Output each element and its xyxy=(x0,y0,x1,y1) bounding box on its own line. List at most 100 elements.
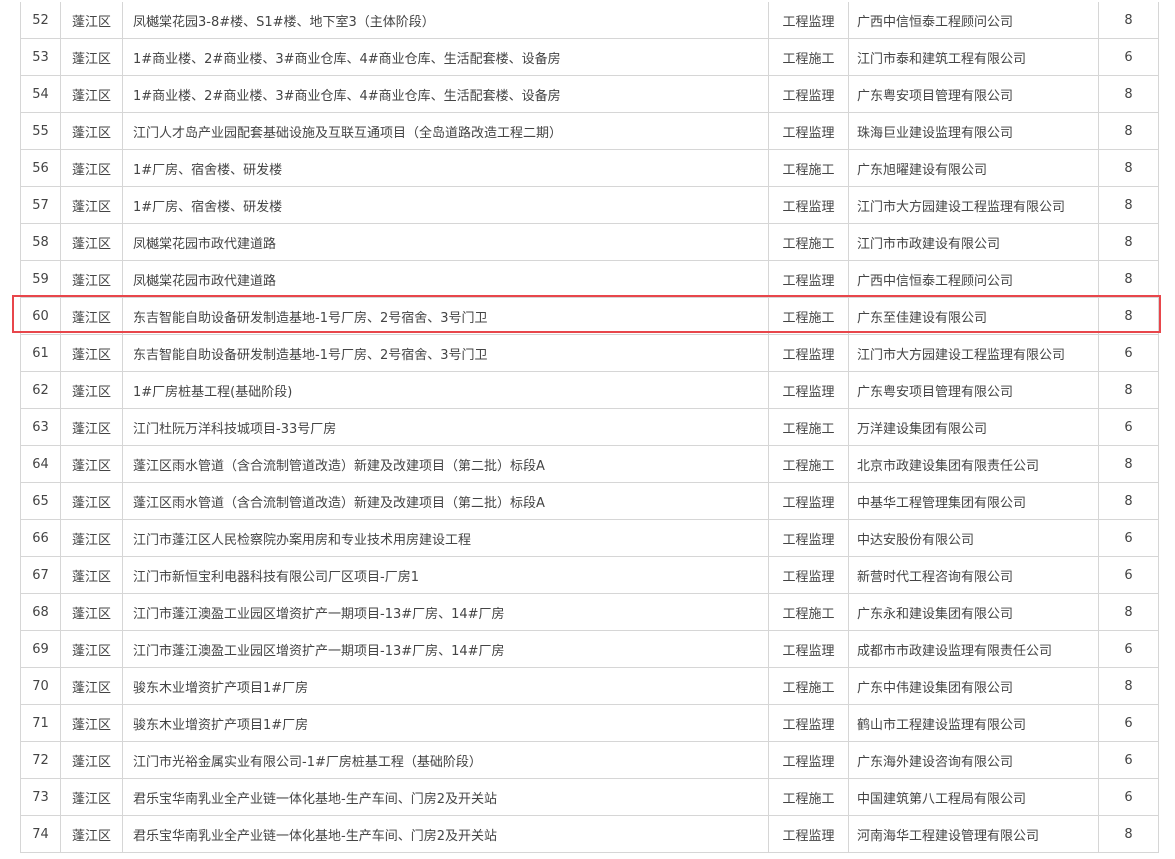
project-name-cell: 江门杜阮万洋科技城项目-33号厂房 xyxy=(122,408,769,446)
work-type-cell: 工程监理 xyxy=(768,186,849,224)
work-type-cell: 工程监理 xyxy=(768,815,849,853)
score-cell: 8 xyxy=(1098,223,1159,261)
company-name-cell: 鹤山市工程建设监理有限公司 xyxy=(848,704,1099,742)
work-type-cell: 工程监理 xyxy=(768,556,849,594)
district-cell: 蓬江区 xyxy=(60,149,123,187)
district-cell: 蓬江区 xyxy=(60,815,123,853)
district-cell: 蓬江区 xyxy=(60,704,123,742)
row-number: 61 xyxy=(20,334,61,372)
table-row: 73 蓬江区 君乐宝华南乳业全产业链一体化基地-生产车间、门房2及开关站 工程施工 中国… xyxy=(20,778,1159,816)
results-table: 52 蓬江区 凤樾棠花园3-8#楼、S1#楼、地下室3（主体阶段） 工程监理 广西中信恒… xyxy=(20,2,1159,853)
table-row: 63 蓬江区 江门杜阮万洋科技城项目-33号厂房 工程施工 万洋建设集团有限公司 6 xyxy=(20,408,1159,446)
table-row: 68 蓬江区 江门市蓬江澳盈工业园区增资扩产一期项目-13#厂房、14#厂房 工程施工… xyxy=(20,593,1159,631)
company-name-cell: 中国建筑第八工程局有限公司 xyxy=(848,778,1099,816)
score-cell: 6 xyxy=(1098,38,1159,76)
score-cell: 8 xyxy=(1098,445,1159,483)
work-type-cell: 工程施工 xyxy=(768,297,849,335)
table-body: 52 蓬江区 凤樾棠花园3-8#楼、S1#楼、地下室3（主体阶段） 工程监理 广西中信恒… xyxy=(20,2,1159,853)
project-name-cell: 江门市蓬江澳盈工业园区增资扩产一期项目-13#厂房、14#厂房 xyxy=(122,593,769,631)
district-cell: 蓬江区 xyxy=(60,556,123,594)
district-cell: 蓬江区 xyxy=(60,260,123,298)
project-name-cell: 1#厂房桩基工程(基础阶段) xyxy=(122,371,769,409)
work-type-cell: 工程监理 xyxy=(768,2,849,39)
district-cell: 蓬江区 xyxy=(60,297,123,335)
row-number: 65 xyxy=(20,482,61,520)
project-name-cell: 凤樾棠花园市政代建道路 xyxy=(122,260,769,298)
row-number: 64 xyxy=(20,445,61,483)
work-type-cell: 工程施工 xyxy=(768,778,849,816)
score-cell: 8 xyxy=(1098,815,1159,853)
district-cell: 蓬江区 xyxy=(60,112,123,150)
row-number: 74 xyxy=(20,815,61,853)
company-name-cell: 广东至佳建设有限公司 xyxy=(848,297,1099,335)
table-row: 66 蓬江区 江门市蓬江区人民检察院办案用房和专业技术用房建设工程 工程监理 中达安股份… xyxy=(20,519,1159,557)
row-number: 53 xyxy=(20,38,61,76)
table-row: 53 蓬江区 1#商业楼、2#商业楼、3#商业仓库、4#商业仓库、生活配套楼、设备房… xyxy=(20,38,1159,76)
project-name-cell: 东吉智能自助设备研发制造基地-1号厂房、2号宿舍、3号门卫 xyxy=(122,297,769,335)
project-name-cell: 1#商业楼、2#商业楼、3#商业仓库、4#商业仓库、生活配套楼、设备房 xyxy=(122,38,769,76)
work-type-cell: 工程施工 xyxy=(768,149,849,187)
work-type-cell: 工程施工 xyxy=(768,667,849,705)
work-type-cell: 工程监理 xyxy=(768,741,849,779)
company-name-cell: 广西中信恒泰工程顾问公司 xyxy=(848,2,1099,39)
company-name-cell: 江门市泰和建筑工程有限公司 xyxy=(848,38,1099,76)
row-number: 58 xyxy=(20,223,61,261)
work-type-cell: 工程施工 xyxy=(768,223,849,261)
work-type-cell: 工程监理 xyxy=(768,112,849,150)
project-name-cell: 江门市光裕金属实业有限公司-1#厂房桩基工程（基础阶段） xyxy=(122,741,769,779)
score-cell: 8 xyxy=(1098,593,1159,631)
row-number: 56 xyxy=(20,149,61,187)
company-name-cell: 广东粤安项目管理有限公司 xyxy=(848,371,1099,409)
table-row: 61 蓬江区 东吉智能自助设备研发制造基地-1号厂房、2号宿舍、3号门卫 工程监理 江门… xyxy=(20,334,1159,372)
row-number: 73 xyxy=(20,778,61,816)
district-cell: 蓬江区 xyxy=(60,593,123,631)
work-type-cell: 工程施工 xyxy=(768,408,849,446)
district-cell: 蓬江区 xyxy=(60,630,123,668)
district-cell: 蓬江区 xyxy=(60,371,123,409)
table-row: 64 蓬江区 蓬江区雨水管道（含合流制管道改造）新建及改建项目（第二批）标段A 工程施… xyxy=(20,445,1159,483)
work-type-cell: 工程监理 xyxy=(768,371,849,409)
company-name-cell: 万洋建设集团有限公司 xyxy=(848,408,1099,446)
score-cell: 6 xyxy=(1098,519,1159,557)
company-name-cell: 河南海华工程建设管理有限公司 xyxy=(848,815,1099,853)
results-table-container: 52 蓬江区 凤樾棠花园3-8#楼、S1#楼、地下室3（主体阶段） 工程监理 广西中信恒… xyxy=(20,2,1159,853)
work-type-cell: 工程施工 xyxy=(768,38,849,76)
company-name-cell: 新营时代工程咨询有限公司 xyxy=(848,556,1099,594)
district-cell: 蓬江区 xyxy=(60,186,123,224)
project-name-cell: 1#厂房、宿舍楼、研发楼 xyxy=(122,186,769,224)
score-cell: 8 xyxy=(1098,75,1159,113)
project-name-cell: 君乐宝华南乳业全产业链一体化基地-生产车间、门房2及开关站 xyxy=(122,815,769,853)
row-number: 54 xyxy=(20,75,61,113)
table-row: 55 蓬江区 江门人才岛产业园配套基础设施及互联互通项目（全岛道路改造工程二期） 工程… xyxy=(20,112,1159,150)
project-name-cell: 江门市蓬江澳盈工业园区增资扩产一期项目-13#厂房、14#厂房 xyxy=(122,630,769,668)
score-cell: 8 xyxy=(1098,2,1159,39)
project-name-cell: 1#商业楼、2#商业楼、3#商业仓库、4#商业仓库、生活配套楼、设备房 xyxy=(122,75,769,113)
row-number: 63 xyxy=(20,408,61,446)
company-name-cell: 中达安股份有限公司 xyxy=(848,519,1099,557)
table-row: 56 蓬江区 1#厂房、宿舍楼、研发楼 工程施工 广东旭曜建设有限公司 8 xyxy=(20,149,1159,187)
row-number: 68 xyxy=(20,593,61,631)
company-name-cell: 广东永和建设集团有限公司 xyxy=(848,593,1099,631)
district-cell: 蓬江区 xyxy=(60,667,123,705)
district-cell: 蓬江区 xyxy=(60,75,123,113)
row-number: 59 xyxy=(20,260,61,298)
company-name-cell: 珠海巨业建设监理有限公司 xyxy=(848,112,1099,150)
table-row: 67 蓬江区 江门市新恒宝利电器科技有限公司厂区项目-厂房1 工程监理 新营时代工程咨询… xyxy=(20,556,1159,594)
district-cell: 蓬江区 xyxy=(60,223,123,261)
project-name-cell: 骏东木业增资扩产项目1#厂房 xyxy=(122,704,769,742)
table-row: 58 蓬江区 凤樾棠花园市政代建道路 工程施工 江门市市政建设有限公司 8 xyxy=(20,223,1159,261)
project-name-cell: 蓬江区雨水管道（含合流制管道改造）新建及改建项目（第二批）标段A xyxy=(122,445,769,483)
table-row: 54 蓬江区 1#商业楼、2#商业楼、3#商业仓库、4#商业仓库、生活配套楼、设备房… xyxy=(20,75,1159,113)
table-row: 60 蓬江区 东吉智能自助设备研发制造基地-1号厂房、2号宿舍、3号门卫 工程施工 广东… xyxy=(20,297,1159,335)
project-name-cell: 君乐宝华南乳业全产业链一体化基地-生产车间、门房2及开关站 xyxy=(122,778,769,816)
company-name-cell: 广东海外建设咨询有限公司 xyxy=(848,741,1099,779)
project-name-cell: 江门市新恒宝利电器科技有限公司厂区项目-厂房1 xyxy=(122,556,769,594)
district-cell: 蓬江区 xyxy=(60,519,123,557)
score-cell: 6 xyxy=(1098,630,1159,668)
table-row: 65 蓬江区 蓬江区雨水管道（含合流制管道改造）新建及改建项目（第二批）标段A 工程监… xyxy=(20,482,1159,520)
score-cell: 6 xyxy=(1098,704,1159,742)
table-row: 70 蓬江区 骏东木业增资扩产项目1#厂房 工程施工 广东中伟建设集团有限公司 8 xyxy=(20,667,1159,705)
work-type-cell: 工程监理 xyxy=(768,519,849,557)
work-type-cell: 工程施工 xyxy=(768,593,849,631)
district-cell: 蓬江区 xyxy=(60,741,123,779)
